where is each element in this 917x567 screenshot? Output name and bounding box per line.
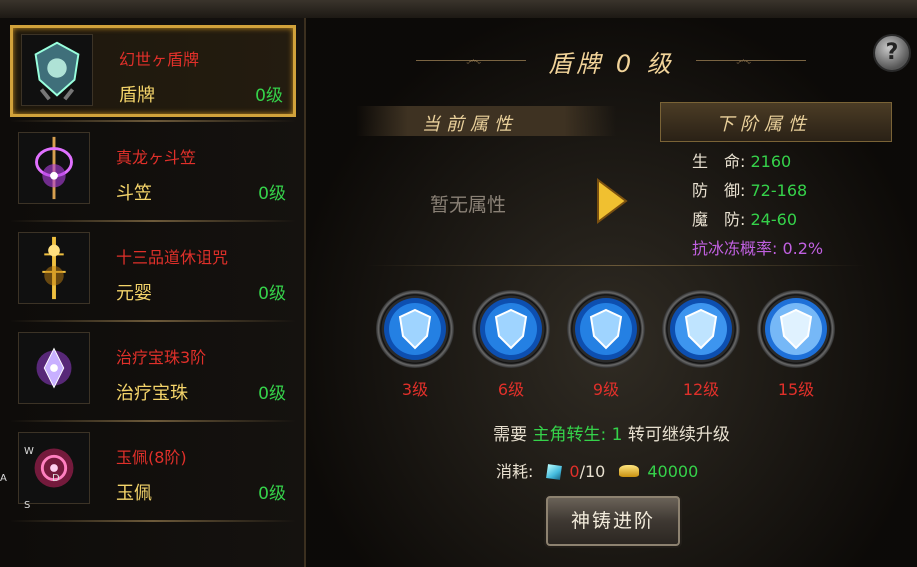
item-level: 0级 — [255, 86, 283, 106]
item-name: 玉佩(8阶) — [116, 448, 187, 467]
next-attr-header: 下阶属性 — [716, 114, 812, 135]
list-item-jade[interactable]: 玉佩(8阶) 玉佩 0级 — [10, 426, 296, 518]
requirement-suffix: 转可继续升级 — [627, 425, 730, 445]
list-item-shield[interactable]: 幻世ヶ盾牌 盾牌 0级 — [10, 25, 296, 117]
attr-value: 72-168 — [750, 181, 808, 200]
requirement-condition: 主角转生: 1 — [532, 425, 623, 445]
requirement-prefix: 需要 — [493, 425, 528, 445]
shield-skill-orb-3[interactable] — [567, 290, 645, 368]
item-name: 十三品道休诅咒 — [116, 248, 229, 267]
item-level: 0级 — [258, 384, 286, 404]
shield-skill-orb-2[interactable] — [472, 290, 550, 368]
window-top-frame — [0, 0, 917, 19]
shield-skill-orb-5[interactable] — [757, 290, 835, 368]
shield-skill-orb-1[interactable] — [376, 290, 454, 368]
divider — [10, 220, 296, 222]
title-divider-right — [696, 60, 806, 61]
yuanying-item-icon — [18, 232, 90, 304]
key-hint-a: A — [0, 473, 7, 484]
list-item-hat[interactable]: 真龙ヶ斗笠 斗笠 0级 — [10, 126, 296, 218]
attr-label: 魔 防: — [692, 210, 746, 229]
cost-gold: 40000 — [647, 462, 699, 481]
item-name: 幻世ヶ盾牌 — [119, 50, 200, 69]
key-hint-s: S — [24, 500, 31, 511]
attr-label: 生 命: — [692, 152, 746, 171]
item-type: 治疗宝珠 — [116, 383, 188, 404]
milestone-level: 15级 — [777, 380, 815, 399]
divider — [10, 320, 296, 322]
divider — [10, 520, 296, 522]
list-item-orb[interactable]: 治疗宝珠3阶 治疗宝珠 0级 — [10, 326, 296, 418]
item-type: 玉佩 — [116, 483, 152, 504]
attr-value: 24-60 — [750, 210, 798, 229]
upgrade-cost: 消耗: 0/10 40000 — [496, 458, 698, 482]
hat-item-icon — [18, 132, 90, 204]
next-attr-def: 防 御: 72-168 — [692, 177, 807, 201]
item-name: 真龙ヶ斗笠 — [116, 148, 197, 167]
item-name: 治疗宝珠3阶 — [116, 348, 207, 367]
detail-panel: ෴ 盾牌 0 级 ෴ ? 当前属性 下阶属性 暂无属性 生 命: 2160 防 … — [306, 18, 917, 567]
divider — [10, 120, 296, 122]
next-attr-freeze-resist: 抗冰冻概率: 0.2% — [692, 239, 824, 258]
milestone-level: 9级 — [592, 380, 620, 399]
milestone-level: 6级 — [497, 380, 525, 399]
current-attr-header: 当前属性 — [422, 114, 518, 135]
help-button[interactable]: ? — [873, 34, 911, 72]
forge-upgrade-button[interactable]: 神铸进阶 — [546, 496, 680, 546]
item-type: 元婴 — [116, 283, 152, 304]
item-type: 斗笠 — [116, 183, 152, 204]
divider — [366, 265, 866, 266]
milestone-level: 12级 — [682, 380, 720, 399]
arrow-right-icon — [592, 176, 632, 226]
cost-label: 消耗: — [496, 462, 534, 481]
orb-item-icon — [18, 332, 90, 404]
shield-item-icon — [21, 34, 93, 106]
gold-ingot-icon — [619, 465, 640, 477]
upgrade-requirement: 需要 主角转生: 1 转可继续升级 — [306, 420, 917, 445]
item-level: 0级 — [258, 484, 286, 504]
item-type: 盾牌 — [119, 85, 155, 106]
key-hint-d: D — [52, 473, 60, 484]
attr-label: 防 御: — [692, 181, 746, 200]
list-item-yuanying[interactable]: 十三品道休诅咒 元婴 0级 — [10, 226, 296, 318]
milestone-level: 3级 — [401, 380, 429, 399]
equipment-list: 幻世ヶ盾牌 盾牌 0级 真龙ヶ斗笠 斗笠 0级 十三品道休诅咒 元婴 0级 治疗… — [0, 18, 306, 567]
item-level: 0级 — [258, 184, 286, 204]
no-attribute-text: 暂无属性 — [430, 194, 507, 216]
attr-value: 2160 — [750, 152, 792, 171]
shield-skill-orb-4[interactable] — [662, 290, 740, 368]
jade-item-icon — [18, 432, 90, 504]
next-attr-hp: 生 命: 2160 — [692, 148, 791, 172]
gem-icon — [546, 464, 563, 480]
upgrade-title: 盾牌 0 级 — [548, 50, 675, 78]
next-attr-mdef: 魔 防: 24-60 — [692, 206, 797, 230]
cost-gem-total: /10 — [579, 462, 606, 481]
divider — [10, 420, 296, 422]
key-hint-w: W — [24, 446, 34, 457]
cost-gem-have: 0 — [569, 462, 580, 481]
item-level: 0级 — [258, 284, 286, 304]
